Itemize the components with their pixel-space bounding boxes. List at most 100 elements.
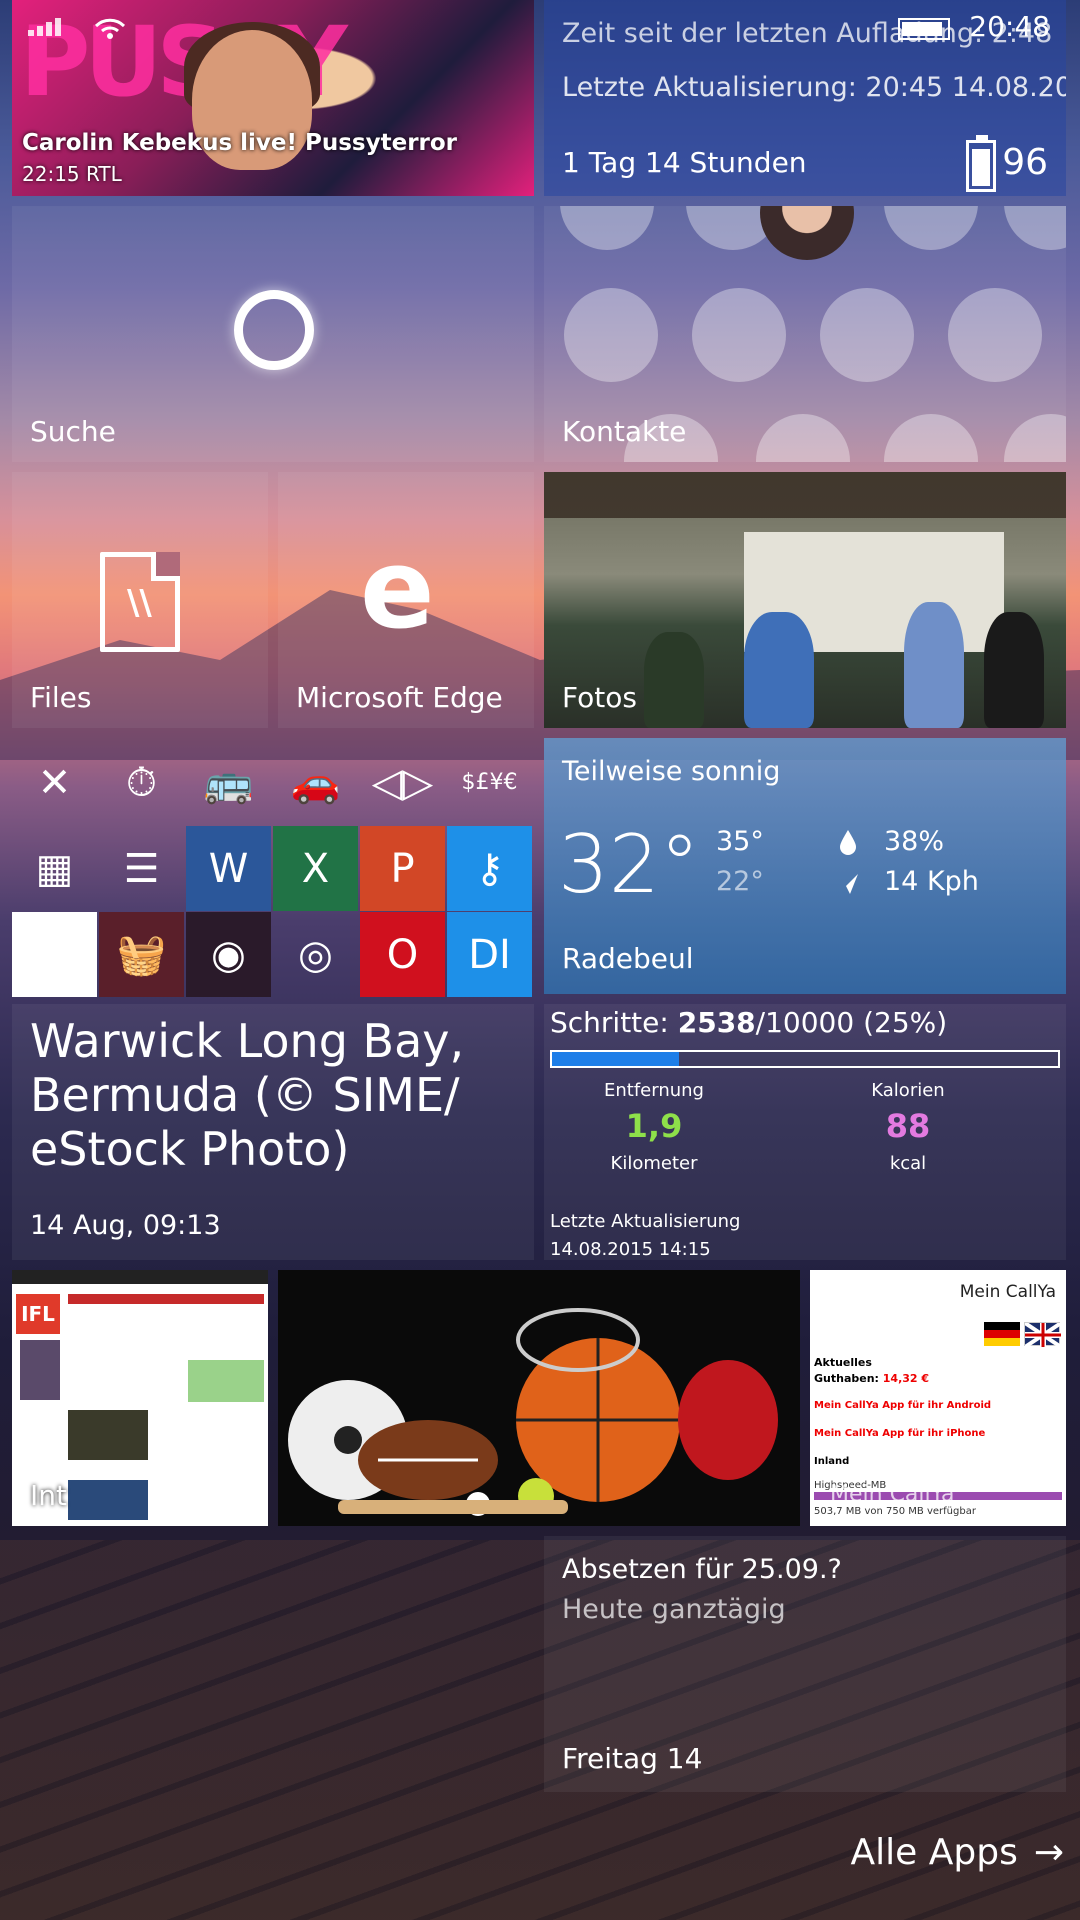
wifi-icon [92,14,128,44]
contact-avatar [564,288,658,382]
web-thumbnail [68,1410,148,1460]
weather-temperature: 32° [558,818,700,911]
currency-icon[interactable]: $£¥€ [447,740,532,825]
distance-value: 1,9 [625,1107,683,1145]
battery-icon [898,18,950,40]
weather-city: Radebeul [562,942,694,975]
steps-tile[interactable]: Schritte: 2538/10000 (25%) Entfernung 1,… [544,1004,1066,1260]
bus-icon[interactable]: 🚌 [186,740,271,825]
excel-icon[interactable]: X [273,826,358,911]
calendar-day: Freitag 14 [562,1742,703,1775]
edge-label: Microsoft Edge [296,681,503,714]
edge-tile[interactable]: e Microsoft Edge [278,472,534,728]
search-tile[interactable]: Suche [12,206,534,462]
shopping-basket-icon[interactable]: 🧺 [99,912,184,997]
photo-person [644,632,704,728]
signal-icon [28,18,61,36]
ifl-logo: IFL [16,1294,60,1334]
steps-progress-bar [550,1050,1060,1068]
weather-low: 22° [716,866,764,897]
distance-label: Entfernung [604,1080,704,1101]
eye-icon[interactable]: ◎ [273,912,358,997]
wind-icon [834,870,862,902]
calories-label: Kalorien [871,1080,945,1101]
tv-show-title: Carolin Kebekus live! Pussyterror [22,130,458,156]
weather-high: 35° [716,826,764,857]
steps-updated: Letzte Aktualisierung 14.08.2015 14:15 [550,1208,740,1260]
humidity-icon [836,828,860,860]
calories-unit: kcal [889,1153,927,1174]
calories-value: 88 [885,1107,931,1145]
callya-overlay-label: Mein CallYa [830,1482,955,1507]
browser-tile[interactable]: IFL Int [12,1270,268,1526]
distance-block: Entfernung 1,9 Kilometer [554,1080,754,1174]
file-icon: \\ [100,552,180,652]
key-icon[interactable]: ⚷ [447,826,532,911]
contact-avatar [756,414,850,462]
callya-section: Aktuelles [814,1356,872,1369]
photos-tile[interactable]: Fotos [544,472,1066,728]
all-apps-label: Alle Apps [850,1832,1018,1873]
wallpaper-description: Warwick Long Bay, Bermuda (© SIME/ eStoc… [30,1014,465,1176]
calendar-event: Absetzen für 25.09.? [562,1554,842,1585]
contact-avatar [1004,206,1066,250]
steps-updated-label: Letzte Aktualisierung [550,1211,741,1232]
files-tile[interactable]: \\ Files [12,472,268,728]
tv-show-time: 22:15 RTL [22,162,122,186]
contact-avatar [1004,414,1066,462]
powerpoint-icon[interactable]: P [360,826,445,911]
callya-title: Mein CallYa [959,1282,1056,1302]
search-label: Suche [30,415,116,448]
web-nav [68,1294,264,1304]
calories-block: Kalorien 88 kcal [808,1080,1008,1174]
car-icon[interactable]: 🚗 [273,740,358,825]
xbox-icon[interactable]: ✕ [12,740,97,825]
word-icon[interactable]: W [186,826,271,911]
battery-last-update: Letzte Aktualisierung: 20:45 14.08.2015 [562,72,1066,103]
wallpaper-info-tile[interactable]: Warwick Long Bay, Bermuda (© SIME/ eStoc… [12,1004,534,1260]
contact-avatar [948,288,1042,382]
calculator-icon[interactable]: ▦ [12,826,97,911]
contact-avatar [820,288,914,382]
web-thumbnail [68,1480,148,1520]
steps-title: Schritte: 2538/10000 (25%) [550,1006,948,1039]
distance-unit: Kilometer [610,1153,698,1174]
weather-tile[interactable]: Teilweise sonnig 32° 35° 22° 38% 14 Kph … [544,738,1066,994]
steps-count: 2538 [677,1006,756,1039]
contacts-tile[interactable]: Kontakte [544,206,1066,462]
steps-goal: /10000 (25%) [755,1006,948,1039]
all-apps-button[interactable]: Alle Apps → [851,1832,1064,1873]
battery-level-icon [966,135,996,192]
di-icon[interactable]: DI [447,912,532,997]
callya-tile[interactable]: Mein CallYa Aktuelles Guthaben: 14,32 € … [810,1270,1066,1526]
opera-icon[interactable]: O [360,912,445,997]
photos-label: Fotos [562,681,637,714]
callya-balance: Guthaben: 14,32 € [814,1372,930,1385]
alarm-icon[interactable]: ⏱ [99,740,184,825]
arrow-right-icon: → [1033,1832,1064,1873]
settings-list-icon[interactable]: ☰ [99,826,184,911]
bank-app-icon[interactable] [12,912,97,997]
weather-condition: Teilweise sonnig [562,756,781,787]
web-thumbnail [20,1340,60,1400]
sports-tile[interactable] [278,1270,800,1526]
photo-person [744,612,814,728]
calendar-tile[interactable]: Absetzen für 25.09.? Heute ganztägig Fre… [544,1536,1066,1792]
german-flag-icon[interactable] [984,1322,1020,1346]
weather-humidity: 38% [884,826,945,857]
web-header [12,1270,268,1284]
contact-avatar [884,414,978,462]
callya-inland: Inland [814,1456,850,1467]
status-time: 20:48 [969,10,1050,43]
files-label: Files [30,681,92,714]
contact-avatar [760,206,854,260]
contact-avatar [692,288,786,382]
callya-iphone-link[interactable]: Mein CallYa App für ihr iPhone [814,1428,985,1439]
uk-flag-icon[interactable] [1023,1321,1063,1349]
callya-android-link[interactable]: Mein CallYa App für ihr Android [814,1400,991,1411]
contacts-label: Kontakte [562,415,687,448]
callya-data-usage: 503,7 MB von 750 MB verfügbar [814,1506,976,1517]
wiki-icon[interactable]: ◁▷ [360,740,445,825]
color-wheel-icon[interactable]: ◉ [186,912,271,997]
battery-percent: 96 [1002,142,1048,183]
